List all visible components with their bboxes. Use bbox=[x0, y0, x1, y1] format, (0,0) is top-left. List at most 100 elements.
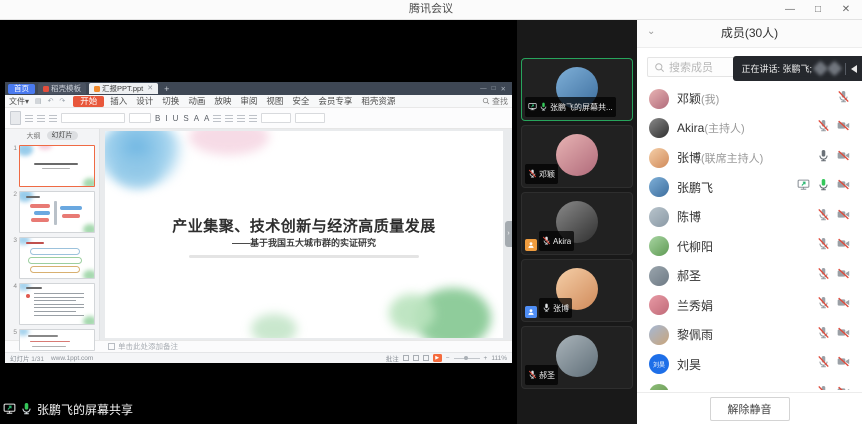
video-tile[interactable]: 张博 bbox=[521, 259, 633, 322]
cam-off-icon[interactable] bbox=[837, 296, 850, 314]
slide-thumbnail[interactable] bbox=[19, 191, 95, 233]
notes-placeholder[interactable]: 单击此处添加备注 bbox=[118, 341, 178, 352]
find-button[interactable]: 查找 bbox=[482, 96, 508, 107]
video-tile[interactable]: Akira bbox=[521, 192, 633, 255]
ribbon-tab[interactable]: 会员专享 bbox=[318, 95, 352, 107]
shape-gallery[interactable] bbox=[261, 113, 292, 123]
file-menu[interactable]: 文件▾ bbox=[9, 96, 29, 107]
slides-tab[interactable]: 幻灯片 bbox=[46, 131, 78, 140]
member-row[interactable]: 陈博 bbox=[637, 202, 862, 232]
video-tile[interactable]: 张鹏飞的屏幕共... bbox=[521, 58, 633, 121]
member-row[interactable] bbox=[637, 379, 862, 390]
video-tile[interactable]: 郝圣 bbox=[521, 326, 633, 389]
cam-off-icon[interactable] bbox=[837, 267, 850, 285]
ribbon-tab[interactable]: 审阅 bbox=[240, 95, 257, 107]
ribbon-tab[interactable]: 视图 bbox=[266, 95, 283, 107]
bullet-list-icon[interactable] bbox=[249, 114, 258, 122]
slideshow-play-icon[interactable]: ▶ bbox=[432, 354, 442, 362]
mic-off-icon[interactable] bbox=[817, 237, 830, 255]
ribbon-tab-home[interactable]: 开始 bbox=[73, 95, 105, 107]
cam-off-icon[interactable] bbox=[837, 149, 850, 167]
ribbon-tab[interactable]: 放映 bbox=[214, 95, 231, 107]
cut-icon[interactable] bbox=[25, 114, 33, 122]
tab-close-icon[interactable]: ✕ bbox=[147, 83, 153, 94]
align-left-icon[interactable] bbox=[213, 114, 222, 122]
slide-sorter-icon[interactable] bbox=[412, 355, 419, 361]
ribbon-tab[interactable]: 切换 bbox=[162, 95, 179, 107]
slide-thumbnail[interactable] bbox=[19, 145, 95, 187]
new-tab-button[interactable]: + bbox=[161, 84, 172, 94]
mic-active-icon[interactable] bbox=[817, 178, 830, 196]
format-painter-icon[interactable] bbox=[49, 114, 57, 122]
comment-button[interactable]: 批注 bbox=[386, 353, 399, 363]
wps-close-icon[interactable]: ✕ bbox=[501, 85, 506, 93]
slide-thumbnail[interactable] bbox=[19, 329, 95, 351]
member-row[interactable]: 张鹏飞 bbox=[637, 173, 862, 203]
paste-icon[interactable] bbox=[10, 111, 21, 125]
member-row[interactable]: 郝圣 bbox=[637, 261, 862, 291]
cam-off-icon[interactable] bbox=[837, 237, 850, 255]
member-row[interactable]: 黎佩雨 bbox=[637, 320, 862, 350]
cam-off-icon[interactable] bbox=[837, 355, 850, 373]
mic-off-icon[interactable] bbox=[817, 119, 830, 137]
zoom-level[interactable]: 111% bbox=[491, 355, 507, 362]
align-right-icon[interactable] bbox=[237, 114, 246, 122]
video-tile[interactable]: 邓颖 bbox=[521, 125, 633, 188]
member-row[interactable]: Akira(主持人) bbox=[637, 114, 862, 144]
font-family-select[interactable] bbox=[61, 113, 125, 123]
mic-off-icon[interactable] bbox=[817, 296, 830, 314]
screen-share-icon[interactable] bbox=[797, 178, 810, 196]
format-button[interactable]: I bbox=[165, 114, 167, 123]
mic-on-icon[interactable] bbox=[817, 149, 830, 167]
zoom-out-icon[interactable]: − bbox=[446, 355, 450, 362]
member-row[interactable]: 代柳阳 bbox=[637, 232, 862, 262]
ribbon-tab[interactable]: 插入 bbox=[110, 95, 127, 107]
ribbon-tab[interactable]: 动画 bbox=[188, 95, 205, 107]
cam-off-icon[interactable] bbox=[837, 119, 850, 137]
member-row[interactable]: 邓颖(我) bbox=[637, 84, 862, 114]
layout-gallery[interactable] bbox=[295, 113, 326, 123]
cam-off-icon[interactable] bbox=[837, 178, 850, 196]
slide-thumbnail[interactable] bbox=[19, 237, 95, 279]
wps-home-tab[interactable]: 首页 bbox=[8, 83, 35, 94]
outline-tab[interactable]: 大纲 bbox=[27, 131, 41, 141]
zoom-in-icon[interactable]: + bbox=[484, 355, 488, 362]
mic-off-icon[interactable] bbox=[817, 326, 830, 344]
quick-access-toolbar[interactable]: ▤ ↶ ↷ bbox=[35, 97, 67, 105]
close-icon[interactable]: ✕ bbox=[832, 0, 860, 20]
copy-icon[interactable] bbox=[37, 114, 45, 122]
wps-file-tab[interactable]: 汇报PPT.ppt ✕ bbox=[89, 83, 159, 94]
format-button[interactable]: U bbox=[173, 114, 179, 123]
member-row[interactable]: 刘昊 刘昊 bbox=[637, 350, 862, 380]
mic-off-icon[interactable] bbox=[817, 385, 830, 390]
slide-thumbnail[interactable] bbox=[19, 283, 95, 325]
panel-collapse-handle[interactable]: › bbox=[505, 221, 512, 247]
zoom-slider[interactable] bbox=[453, 355, 480, 360]
reading-view-icon[interactable] bbox=[422, 355, 429, 361]
wps-maximize-icon[interactable]: □ bbox=[492, 85, 496, 93]
format-button[interactable]: S bbox=[183, 114, 188, 123]
format-button[interactable]: A bbox=[194, 114, 199, 123]
toast-collapse-arrow-icon[interactable] bbox=[851, 64, 857, 73]
cam-off-icon[interactable] bbox=[837, 326, 850, 344]
font-size-select[interactable] bbox=[129, 113, 151, 123]
maximize-icon[interactable]: □ bbox=[804, 0, 832, 20]
ribbon-tab[interactable]: 安全 bbox=[292, 95, 309, 107]
minimize-icon[interactable]: — bbox=[776, 0, 804, 20]
collapse-chevron-icon[interactable]: ⌄ bbox=[647, 20, 655, 44]
mic-off-icon[interactable] bbox=[837, 90, 850, 108]
format-button[interactable]: B bbox=[155, 114, 160, 123]
mic-off-icon[interactable] bbox=[817, 208, 830, 226]
align-center-icon[interactable] bbox=[225, 114, 234, 122]
member-row[interactable]: 兰秀娟 bbox=[637, 291, 862, 321]
mic-off-icon[interactable] bbox=[817, 355, 830, 373]
format-button[interactable]: A bbox=[204, 114, 209, 123]
unmute-button[interactable]: 解除静音 bbox=[709, 396, 790, 421]
cam-off-icon[interactable] bbox=[837, 208, 850, 226]
wps-minimize-icon[interactable]: — bbox=[480, 85, 487, 93]
member-row[interactable]: 张博(联席主持人) bbox=[637, 143, 862, 173]
wps-docer-tab[interactable]: 稻壳模板 bbox=[38, 83, 86, 94]
cam-off-icon[interactable] bbox=[837, 385, 850, 390]
mic-off-icon[interactable] bbox=[817, 267, 830, 285]
ribbon-tab[interactable]: 设计 bbox=[136, 95, 153, 107]
